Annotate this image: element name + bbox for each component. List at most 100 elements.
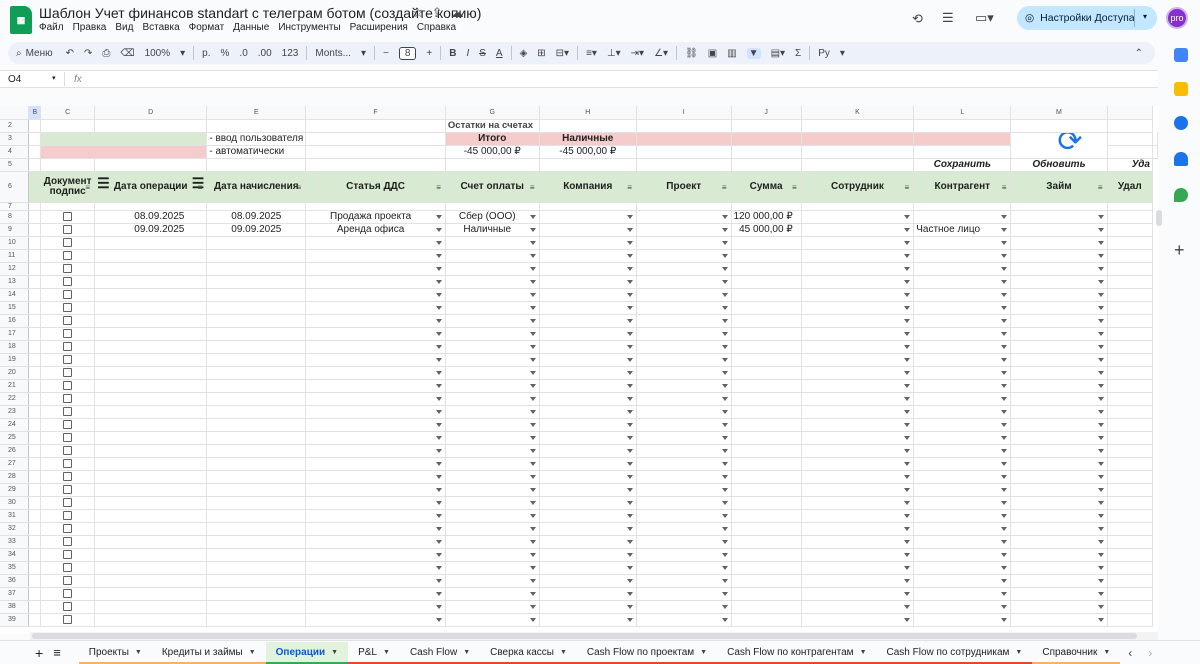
column-title[interactable]: Счет оплаты ≡ xyxy=(445,171,540,203)
dropdown-chevron-icon[interactable] xyxy=(529,435,536,440)
cell-date_acc[interactable] xyxy=(206,327,307,341)
cell-article[interactable] xyxy=(305,340,446,354)
row-header[interactable]: 14 xyxy=(0,288,30,302)
dropdown-chevron-icon[interactable] xyxy=(904,487,911,492)
text-wrap-icon[interactable]: ⇥▾ xyxy=(631,48,644,59)
cell[interactable] xyxy=(28,132,42,146)
sheet-tab[interactable]: Проекты ▼ xyxy=(78,642,152,664)
cell-date_acc[interactable] xyxy=(206,574,307,588)
column-title[interactable]: Компания ≡ xyxy=(539,171,637,203)
cell-amount[interactable] xyxy=(731,379,802,393)
cell-article[interactable] xyxy=(305,262,446,276)
dropdown-chevron-icon[interactable] xyxy=(904,305,911,310)
increase-decimal-button[interactable]: .00 xyxy=(258,48,272,59)
cell-project[interactable] xyxy=(636,613,732,627)
cell-counterparty[interactable] xyxy=(913,561,1012,575)
cell[interactable] xyxy=(28,600,42,614)
cell[interactable] xyxy=(1010,202,1108,211)
cell-article[interactable] xyxy=(305,353,446,367)
signed-checkbox-cell[interactable] xyxy=(40,613,96,627)
cell-company[interactable] xyxy=(539,275,637,289)
italic-button[interactable]: I xyxy=(466,48,469,59)
dropdown-chevron-icon[interactable] xyxy=(1001,370,1008,375)
cell-employee[interactable] xyxy=(801,418,915,432)
fill-color-icon[interactable]: ◈ xyxy=(520,48,528,59)
cell-counterparty[interactable] xyxy=(913,522,1012,536)
cell-employee[interactable] xyxy=(801,509,915,523)
dropdown-chevron-icon[interactable] xyxy=(626,370,633,375)
cell[interactable] xyxy=(636,202,732,211)
dropdown-chevron-icon[interactable] xyxy=(435,526,442,531)
row-header[interactable]: 5 xyxy=(0,158,30,172)
cell[interactable] xyxy=(1107,535,1154,549)
cell-counterparty[interactable] xyxy=(913,600,1012,614)
cell-account[interactable] xyxy=(445,535,540,549)
dropdown-chevron-icon[interactable] xyxy=(529,292,536,297)
cell-date_op[interactable] xyxy=(94,535,208,549)
sort-desc-icon[interactable]: ☰ xyxy=(97,176,110,190)
dropdown-chevron-icon[interactable] xyxy=(529,591,536,596)
cell-article[interactable] xyxy=(305,535,446,549)
cell[interactable] xyxy=(801,158,915,172)
dropdown-chevron-icon[interactable] xyxy=(904,344,911,349)
cell-article[interactable] xyxy=(305,483,446,497)
menu-4[interactable]: Формат xyxy=(189,22,225,33)
cell-account[interactable] xyxy=(445,496,540,510)
cell-account[interactable] xyxy=(445,353,540,367)
menu-6[interactable]: Инструменты xyxy=(278,22,340,33)
dropdown-chevron-icon[interactable] xyxy=(435,227,442,232)
tab-menu-icon[interactable]: ▼ xyxy=(860,649,867,656)
column-title[interactable]: Статья ДДС ≡ xyxy=(305,171,446,203)
dropdown-chevron-icon[interactable] xyxy=(721,578,728,583)
cell-project[interactable] xyxy=(636,340,732,354)
cell[interactable] xyxy=(913,202,1012,211)
cell-company[interactable] xyxy=(539,236,637,250)
cell-employee[interactable] xyxy=(801,444,915,458)
cell-date_op[interactable] xyxy=(94,392,208,406)
cell[interactable] xyxy=(636,145,732,159)
dropdown-chevron-icon[interactable] xyxy=(721,266,728,271)
cell-loan[interactable] xyxy=(1010,249,1108,263)
signed-checkbox-cell[interactable] xyxy=(40,379,96,393)
borders-icon[interactable]: ⊞ xyxy=(537,48,545,59)
cell[interactable] xyxy=(636,132,732,146)
tab-menu-icon[interactable]: ▼ xyxy=(1015,649,1022,656)
cell-loan[interactable] xyxy=(1010,457,1108,471)
cell[interactable] xyxy=(1107,509,1154,523)
cell-amount[interactable] xyxy=(731,470,802,484)
dropdown-chevron-icon[interactable] xyxy=(435,396,442,401)
cell-counterparty[interactable] xyxy=(913,405,1012,419)
move-icon[interactable]: ⇪ xyxy=(432,5,443,21)
column-header[interactable]: E xyxy=(206,106,307,120)
cell-loan[interactable] xyxy=(1010,587,1108,601)
dropdown-chevron-icon[interactable] xyxy=(529,448,536,453)
cell-counterparty[interactable] xyxy=(913,418,1012,432)
signed-checkbox-cell[interactable] xyxy=(40,340,96,354)
decrease-decimal-button[interactable]: .0 xyxy=(239,48,247,59)
cell-amount[interactable] xyxy=(731,405,802,419)
cell-amount[interactable] xyxy=(731,574,802,588)
checkbox[interactable] xyxy=(63,471,73,481)
dropdown-chevron-icon[interactable] xyxy=(1001,617,1008,622)
dropdown-chevron-icon[interactable] xyxy=(904,461,911,466)
cell-counterparty[interactable] xyxy=(913,353,1012,367)
cell[interactable] xyxy=(40,119,96,133)
cell-counterparty[interactable] xyxy=(913,392,1012,406)
cell-project[interactable] xyxy=(636,496,732,510)
cell-project[interactable] xyxy=(636,535,732,549)
cell-loan[interactable] xyxy=(1010,379,1108,393)
filter-icon[interactable]: ▼ xyxy=(746,47,761,59)
dropdown-chevron-icon[interactable] xyxy=(1001,409,1008,414)
cell-article[interactable] xyxy=(305,236,446,250)
column-header[interactable]: H xyxy=(539,106,637,120)
dropdown-chevron-icon[interactable] xyxy=(435,214,442,219)
dropdown-chevron-icon[interactable] xyxy=(626,396,633,401)
checkbox[interactable] xyxy=(63,588,73,598)
cell-account[interactable] xyxy=(445,301,540,315)
column-header[interactable]: J xyxy=(731,106,802,120)
cell-date_acc[interactable] xyxy=(206,249,307,263)
cell[interactable] xyxy=(539,158,637,172)
cell-date_acc[interactable] xyxy=(206,444,307,458)
add-sheet-icon[interactable]: + xyxy=(35,645,43,661)
dropdown-chevron-icon[interactable] xyxy=(435,578,442,583)
